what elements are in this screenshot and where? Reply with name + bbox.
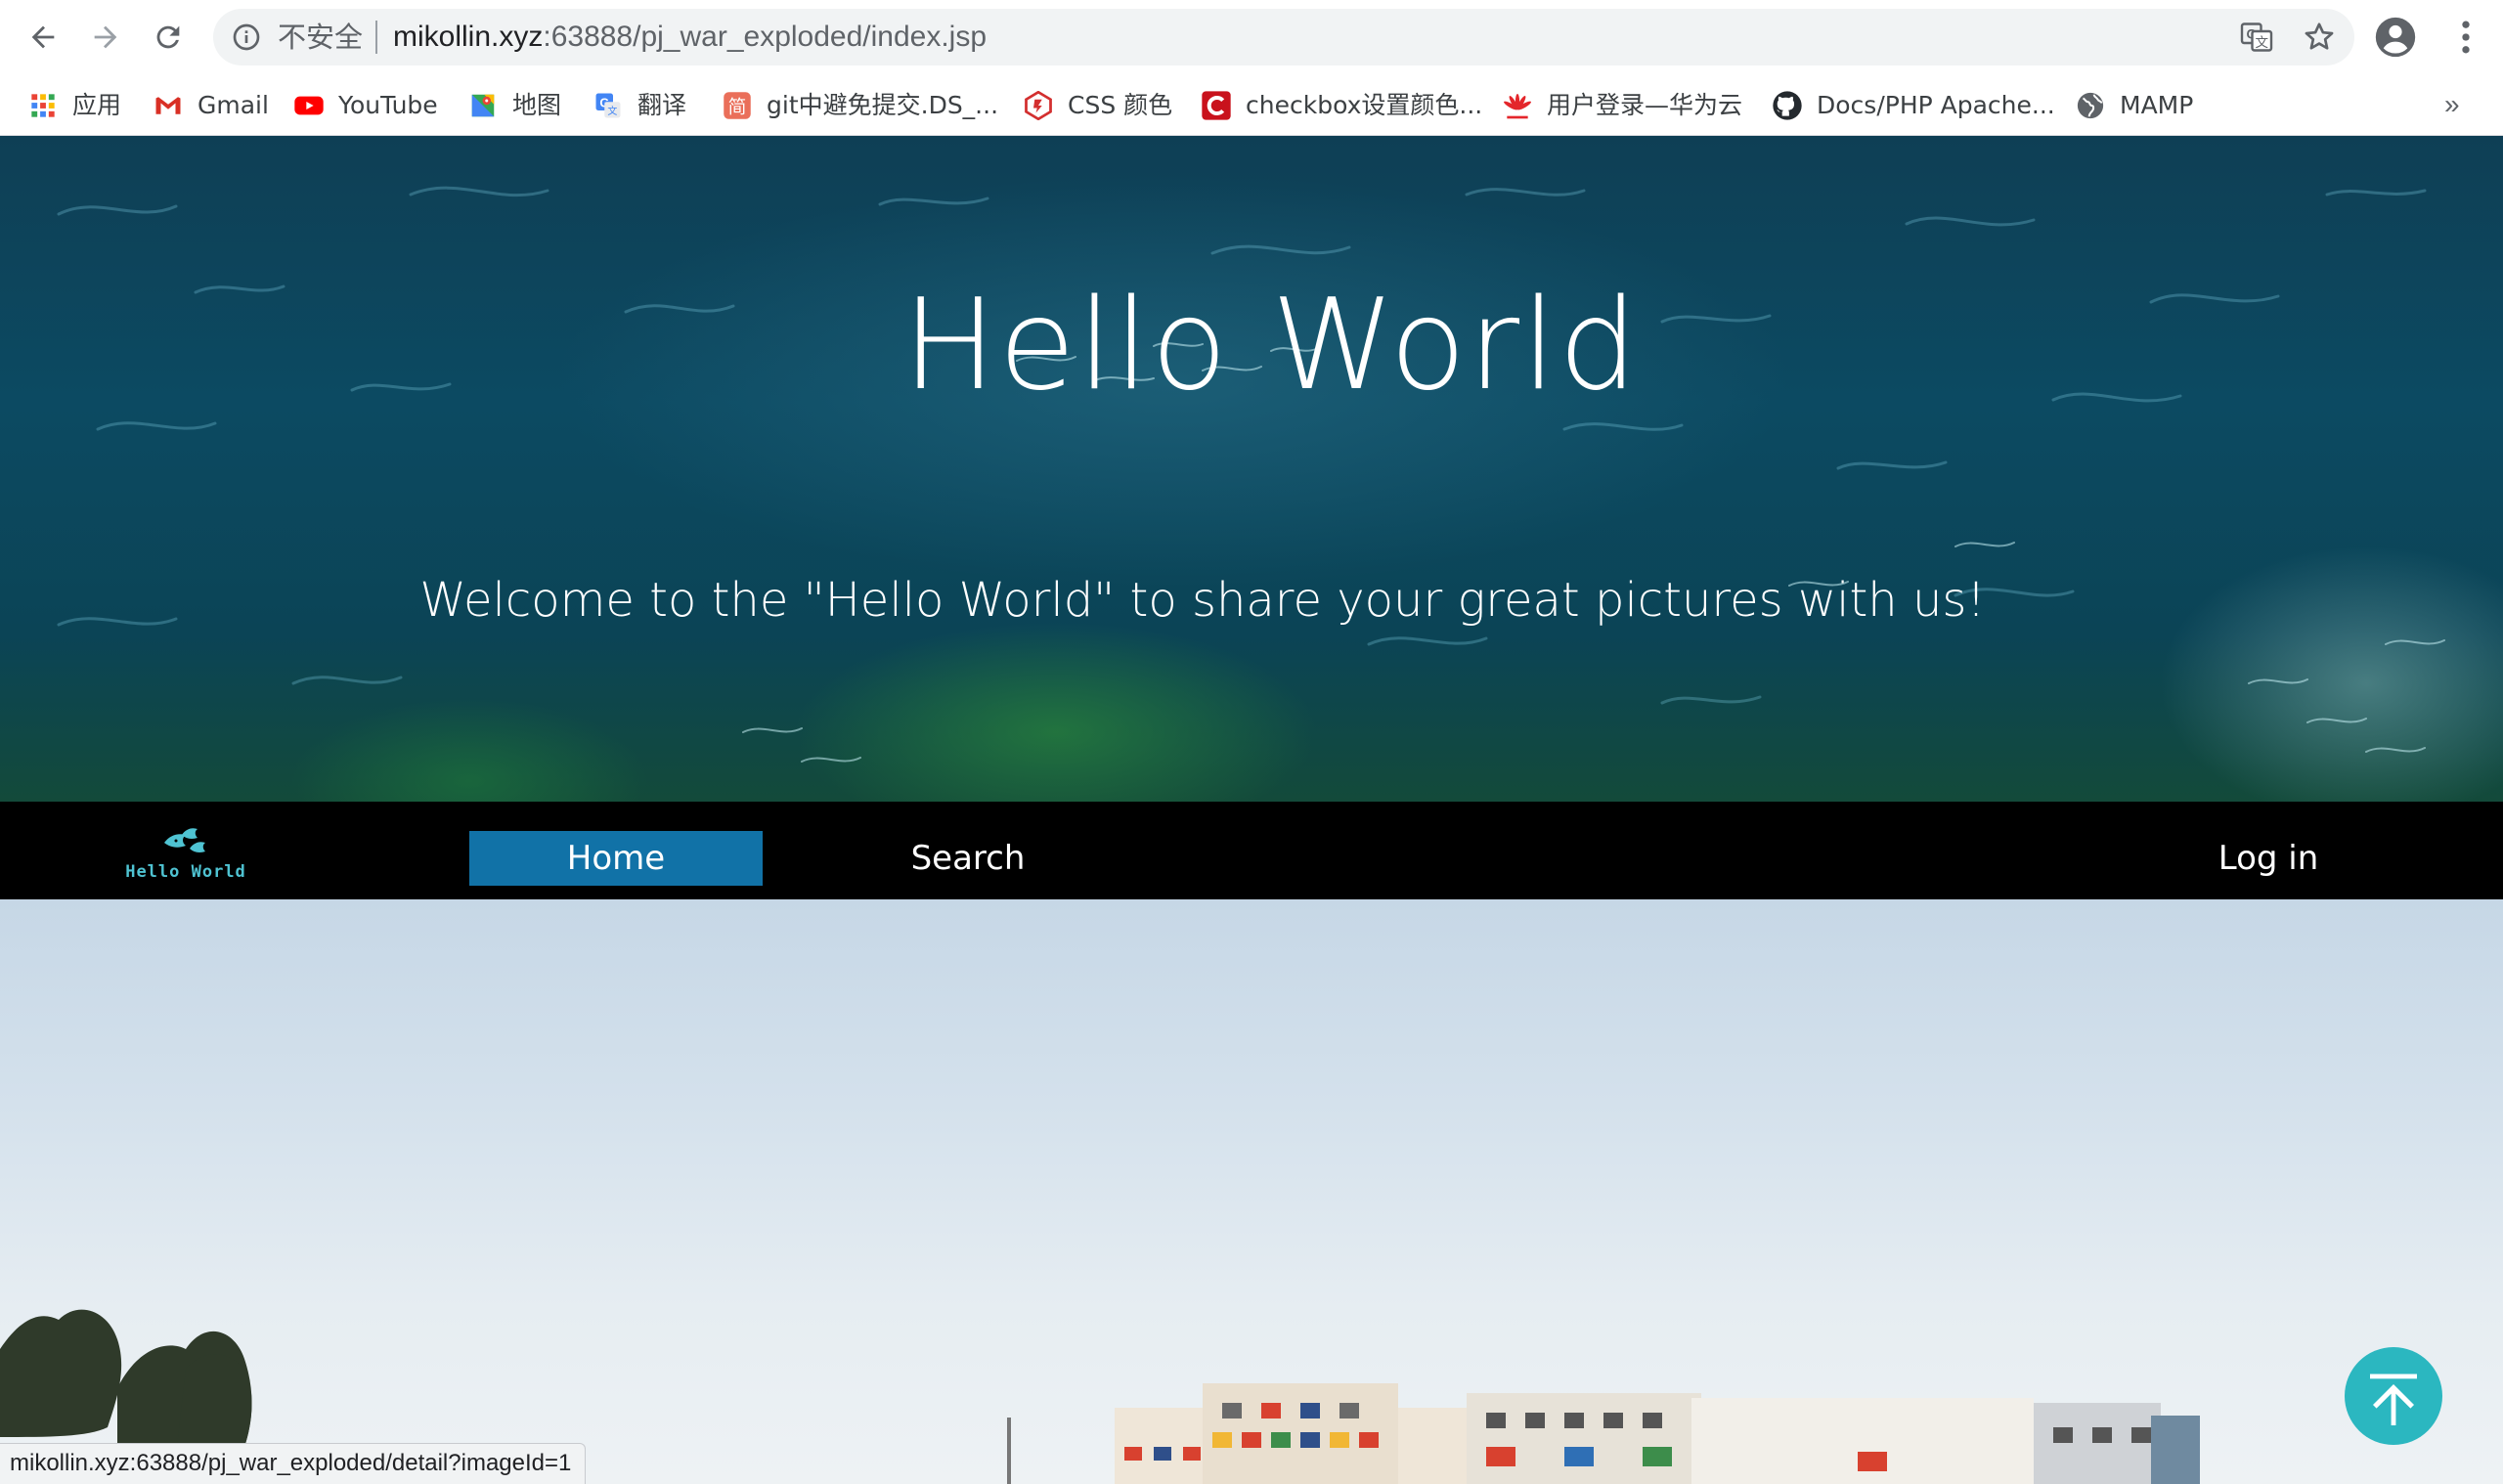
site-logo[interactable]: Hello World: [125, 815, 246, 892]
bookmarks-overflow-button[interactable]: »: [2444, 89, 2460, 120]
ocean-background-image: [57, 186, 2445, 763]
jianshu-icon: 简: [722, 90, 753, 121]
bookmark-csdn[interactable]: checkbox设置颜色...: [1201, 88, 1482, 123]
info-icon[interactable]: [231, 22, 262, 53]
bookmark-youtube[interactable]: YouTube: [293, 88, 438, 123]
bookmarks-bar: 应用 Gmail YouTube 地图 G文 翻译 简 git中避免提交.DS_…: [0, 75, 2503, 136]
arrow-up-icon: [2370, 1374, 2417, 1425]
nav-login-link[interactable]: Log in: [2200, 831, 2337, 886]
back-arrow-icon: [31, 25, 55, 49]
bookmark-css-colors[interactable]: CSS 颜色: [1023, 88, 1172, 123]
forward-arrow-icon: [94, 25, 117, 49]
bookmark-maps[interactable]: 地图: [467, 88, 561, 123]
url-text[interactable]: mikollin.xyz:63888/pj_war_exploded/index…: [393, 21, 987, 54]
svg-text:简: 简: [728, 97, 747, 118]
nav-home-link[interactable]: Home: [469, 831, 763, 886]
address-bar[interactable]: 不安全 mikollin.xyz:63888/pj_war_exploded/i…: [213, 9, 2354, 65]
bookmark-apps[interactable]: 应用: [27, 88, 121, 123]
url-path: :63888/pj_war_exploded/index.jsp: [543, 21, 988, 53]
huawei-icon: [1502, 90, 1533, 121]
translate-icon: G文: [593, 90, 624, 121]
csdn-icon: [1201, 90, 1232, 121]
bookmark-label: 地图: [512, 91, 562, 119]
bookmark-label: Docs/PHP Apache...: [1817, 91, 2055, 119]
bookmark-label: CSS 颜色: [1068, 91, 1173, 119]
hero-subtitle: Welcome to the "Hello World" to share yo…: [419, 573, 1986, 628]
bookmark-label: YouTube: [338, 91, 438, 119]
bookmark-label: 翻译: [637, 91, 687, 119]
site-navbar: Hello World Home Search Log in: [0, 802, 2503, 899]
status-bar-url: mikollin.xyz:63888/pj_war_exploded/detai…: [0, 1443, 587, 1484]
translate-page-icon[interactable]: G文: [2239, 20, 2274, 55]
maps-icon: [467, 90, 499, 121]
bookmark-label: checkbox设置颜色...: [1246, 91, 1483, 119]
fish-logo-icon: [164, 828, 205, 852]
back-button[interactable]: [20, 14, 66, 61]
address-divider: [375, 21, 377, 54]
globe-icon: [2075, 90, 2106, 121]
browser-toolbar: 不安全 mikollin.xyz:63888/pj_war_exploded/i…: [0, 0, 2503, 75]
featured-image[interactable]: [0, 899, 2503, 1484]
profile-avatar-icon[interactable]: [2374, 16, 2417, 59]
svg-text:文: 文: [607, 105, 617, 117]
hero-title: Hello World: [902, 273, 1640, 418]
bookmark-label: 用户登录—华为云: [1547, 91, 1743, 119]
reload-icon: [156, 25, 180, 49]
github-icon: [1772, 90, 1803, 121]
bookmark-github[interactable]: Docs/PHP Apache...: [1772, 88, 2055, 123]
apps-grid-icon: [27, 90, 59, 121]
runoob-icon: [1023, 90, 1054, 121]
security-label[interactable]: 不安全: [278, 22, 363, 53]
bookmark-translate[interactable]: G文 翻译: [593, 88, 686, 123]
hero-banner: Hello World Welcome to the "Hello World"…: [0, 136, 2503, 802]
bookmark-label: Gmail: [198, 91, 269, 119]
url-host: mikollin.xyz: [393, 21, 544, 53]
bookmark-mamp[interactable]: MAMP: [2075, 88, 2193, 123]
bookmark-jianshu[interactable]: 简 git中避免提交.DS_...: [722, 88, 998, 123]
forward-button[interactable]: [82, 14, 129, 61]
gmail-icon: [153, 90, 184, 121]
bookmark-huawei[interactable]: 用户登录—华为云: [1502, 88, 1742, 123]
kebab-menu-icon[interactable]: [2444, 16, 2487, 59]
reload-button[interactable]: [145, 14, 192, 61]
bookmark-gmail[interactable]: Gmail: [153, 88, 269, 123]
back-to-top-button[interactable]: [2345, 1347, 2442, 1445]
youtube-icon: [293, 90, 325, 121]
nav-search-link[interactable]: Search: [880, 831, 1056, 886]
svg-text:文: 文: [2256, 35, 2269, 51]
logo-text: Hello World: [125, 862, 246, 882]
bookmark-label: MAMP: [2120, 91, 2194, 119]
bookmark-star-icon[interactable]: [2302, 20, 2337, 55]
bookmark-label: 应用: [72, 91, 122, 119]
bookmark-label: git中避免提交.DS_...: [767, 91, 999, 119]
cityscape-photo: [0, 1309, 2200, 1484]
